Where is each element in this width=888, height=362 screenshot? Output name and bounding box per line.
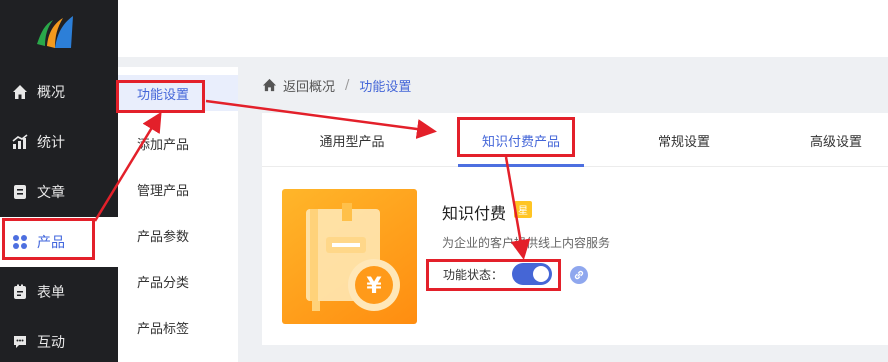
knowledge-payment-illustration: ¥: [282, 189, 417, 324]
tab-regular-settings[interactable]: 常规设置: [634, 113, 734, 167]
tab-general-product[interactable]: 通用型产品: [302, 113, 402, 167]
submenu-item-product-params[interactable]: 产品参数: [118, 212, 238, 258]
sidebar-item-articles[interactable]: 文章: [0, 167, 118, 217]
star-badge: 星: [514, 201, 532, 218]
svg-text:¥: ¥: [366, 274, 382, 299]
sidebar-item-overview[interactable]: 概况: [0, 67, 118, 117]
submenu-item-product-tags[interactable]: 产品标签: [118, 304, 238, 350]
active-tab-indicator: [458, 164, 584, 167]
submenu-item-feature-settings[interactable]: 功能设置: [118, 75, 238, 111]
home-icon: [11, 83, 29, 101]
sidebar-item-label: 产品: [37, 235, 65, 251]
sidebar-item-label: 文章: [37, 185, 65, 201]
app-logo: [35, 14, 75, 50]
home-icon[interactable]: [262, 78, 277, 92]
main-sidebar: 概况 统计 文章 产品 表单 互动: [0, 0, 118, 362]
feature-title: 知识付费: [442, 204, 507, 223]
feature-description: 为企业的客户提供线上内容服务: [442, 236, 611, 250]
product-tabs: 通用型产品 知识付费产品 常规设置 高级设置: [262, 113, 888, 167]
submenu-item-manage-products[interactable]: 管理产品: [118, 166, 238, 212]
top-header: [118, 0, 888, 57]
sidebar-item-interaction[interactable]: 互动: [0, 317, 118, 362]
app-root: 概况 统计 文章 产品 表单 互动 功能设置 添加产品 管理产品 产品参数 产品…: [0, 0, 888, 362]
product-submenu: 功能设置 添加产品 管理产品 产品参数 产品分类 产品标签: [118, 67, 238, 362]
sidebar-item-label: 表单: [37, 285, 65, 301]
sidebar-item-label: 互动: [37, 335, 65, 351]
tab-advanced-settings[interactable]: 高级设置: [786, 113, 886, 167]
link-icon[interactable]: [570, 266, 588, 284]
breadcrumb-current: 功能设置: [359, 79, 412, 95]
chat-icon: [11, 333, 29, 351]
article-icon: [11, 183, 29, 201]
stats-icon: [11, 133, 29, 151]
grid-icon: [11, 233, 29, 251]
sidebar-item-forms[interactable]: 表单: [0, 267, 118, 317]
breadcrumb-back-link[interactable]: 返回概况: [283, 76, 335, 95]
submenu-item-product-categories[interactable]: 产品分类: [118, 258, 238, 304]
feature-status-toggle[interactable]: [512, 263, 552, 285]
sidebar-item-products[interactable]: 产品: [0, 217, 118, 267]
submenu-item-add-product[interactable]: 添加产品: [118, 120, 238, 166]
clipboard-icon: [11, 283, 29, 301]
toggle-knob: [533, 266, 549, 282]
breadcrumb-separator: /: [345, 77, 350, 93]
content-panel: 通用型产品 知识付费产品 常规设置 高级设置 ¥ 知识付费 星 为企业的客户提供…: [262, 113, 888, 345]
sidebar-item-label: 统计: [37, 135, 65, 151]
sidebar-item-label: 概况: [37, 85, 65, 101]
tab-knowledge-payment[interactable]: 知识付费产品: [458, 113, 584, 167]
feature-status-label: 功能状态：: [443, 268, 504, 282]
sidebar-item-stats[interactable]: 统计: [0, 117, 118, 167]
breadcrumb: 返回概况 / 功能设置: [262, 70, 411, 100]
